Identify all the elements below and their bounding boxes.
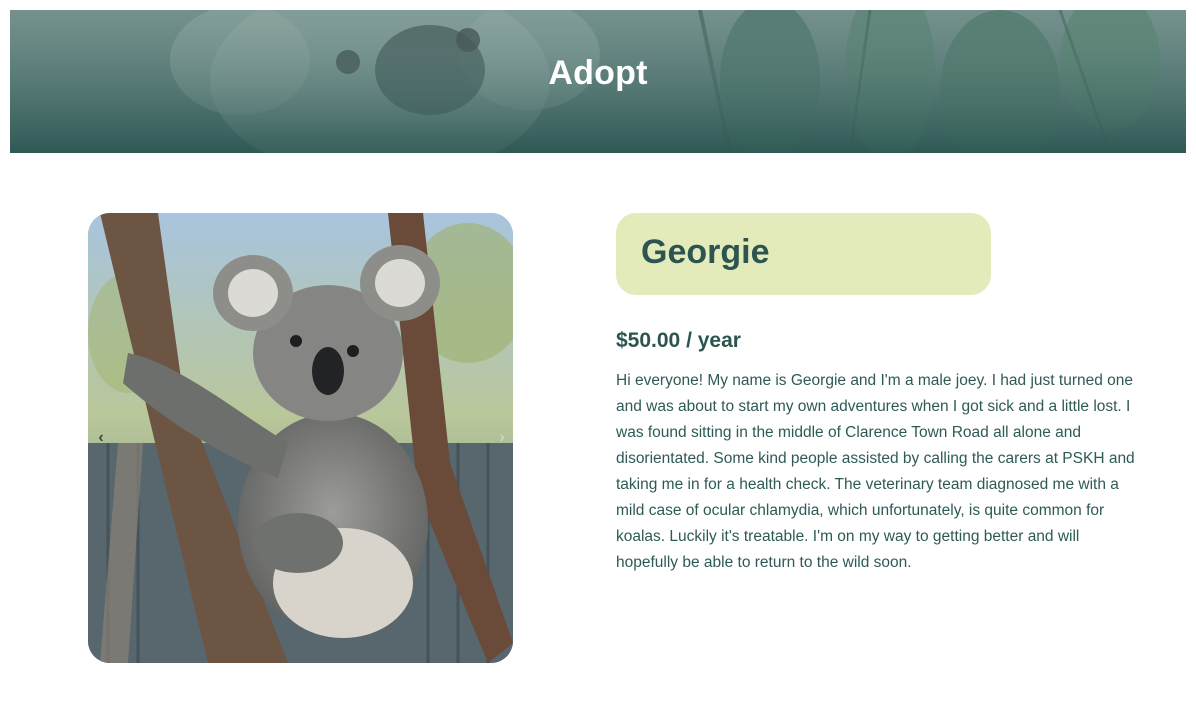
chevron-right-icon: › xyxy=(499,429,505,446)
chevron-left-icon: ‹ xyxy=(98,429,104,446)
carousel-next-button[interactable]: › xyxy=(493,428,511,448)
koala-image xyxy=(88,213,513,663)
page-title: Adopt xyxy=(548,54,648,92)
hero-banner: Adopt xyxy=(10,10,1186,153)
animal-name-box: Georgie xyxy=(616,213,991,295)
adoption-price: $50.00 / year xyxy=(616,329,741,352)
animal-description: Hi everyone! My name is Georgie and I'm … xyxy=(616,372,1135,571)
koala-photo xyxy=(88,213,513,663)
carousel-prev-button[interactable]: ‹ xyxy=(92,428,110,448)
animal-name: Georgie xyxy=(641,233,770,271)
